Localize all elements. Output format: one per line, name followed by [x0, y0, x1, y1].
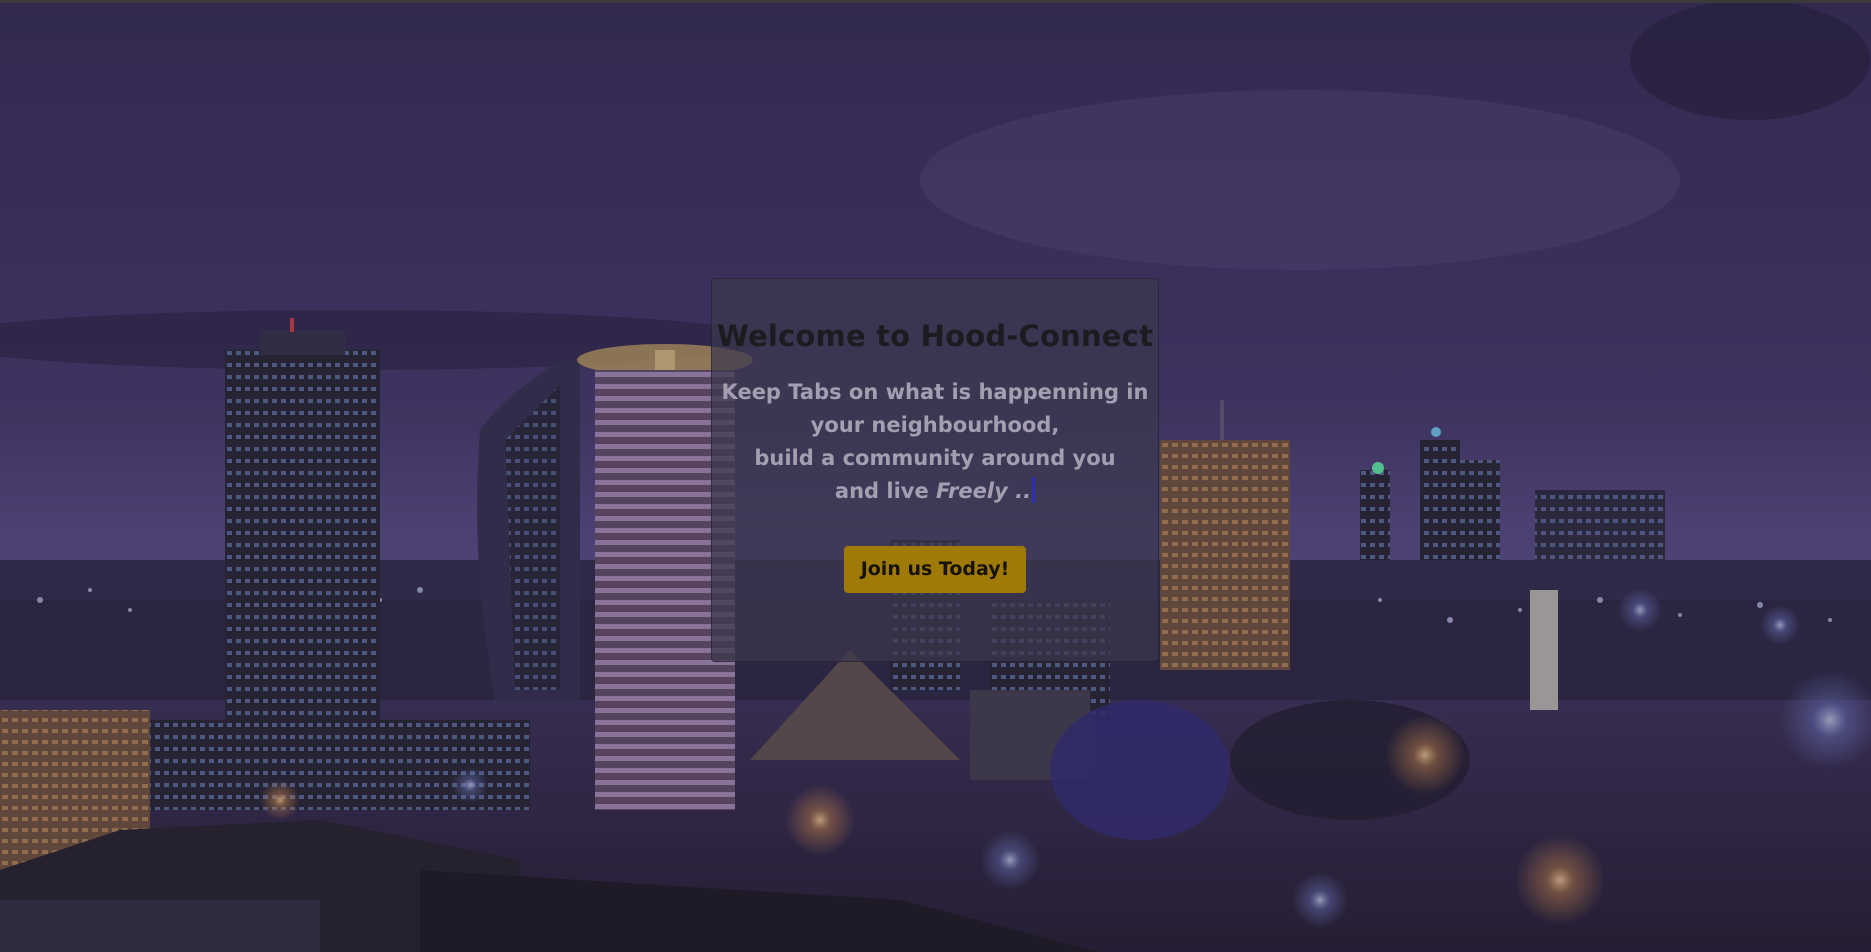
tagline-emphasis: Freely [936, 478, 1008, 503]
landing-page: Welcome to Hood-Connect Keep Tabs on wha… [0, 0, 1871, 952]
browser-top-edge [0, 0, 1871, 3]
welcome-card: Welcome to Hood-Connect Keep Tabs on wha… [711, 278, 1159, 662]
tagline-line: build a community around you [754, 445, 1116, 470]
tagline-line: Keep Tabs on what is happenning in [721, 379, 1149, 404]
tagline-line: and live Freely .. [712, 475, 1158, 508]
join-us-button[interactable]: Join us Today! [843, 545, 1027, 593]
tagline-prefix: and live [834, 478, 937, 503]
tagline-line: your neighbourhood, [810, 412, 1060, 437]
tagline-suffix: .. [1007, 478, 1032, 503]
welcome-title: Welcome to Hood-Connect [716, 319, 1154, 353]
typing-cursor [1032, 476, 1036, 503]
tagline: Keep Tabs on what is happenning in your … [712, 376, 1158, 508]
